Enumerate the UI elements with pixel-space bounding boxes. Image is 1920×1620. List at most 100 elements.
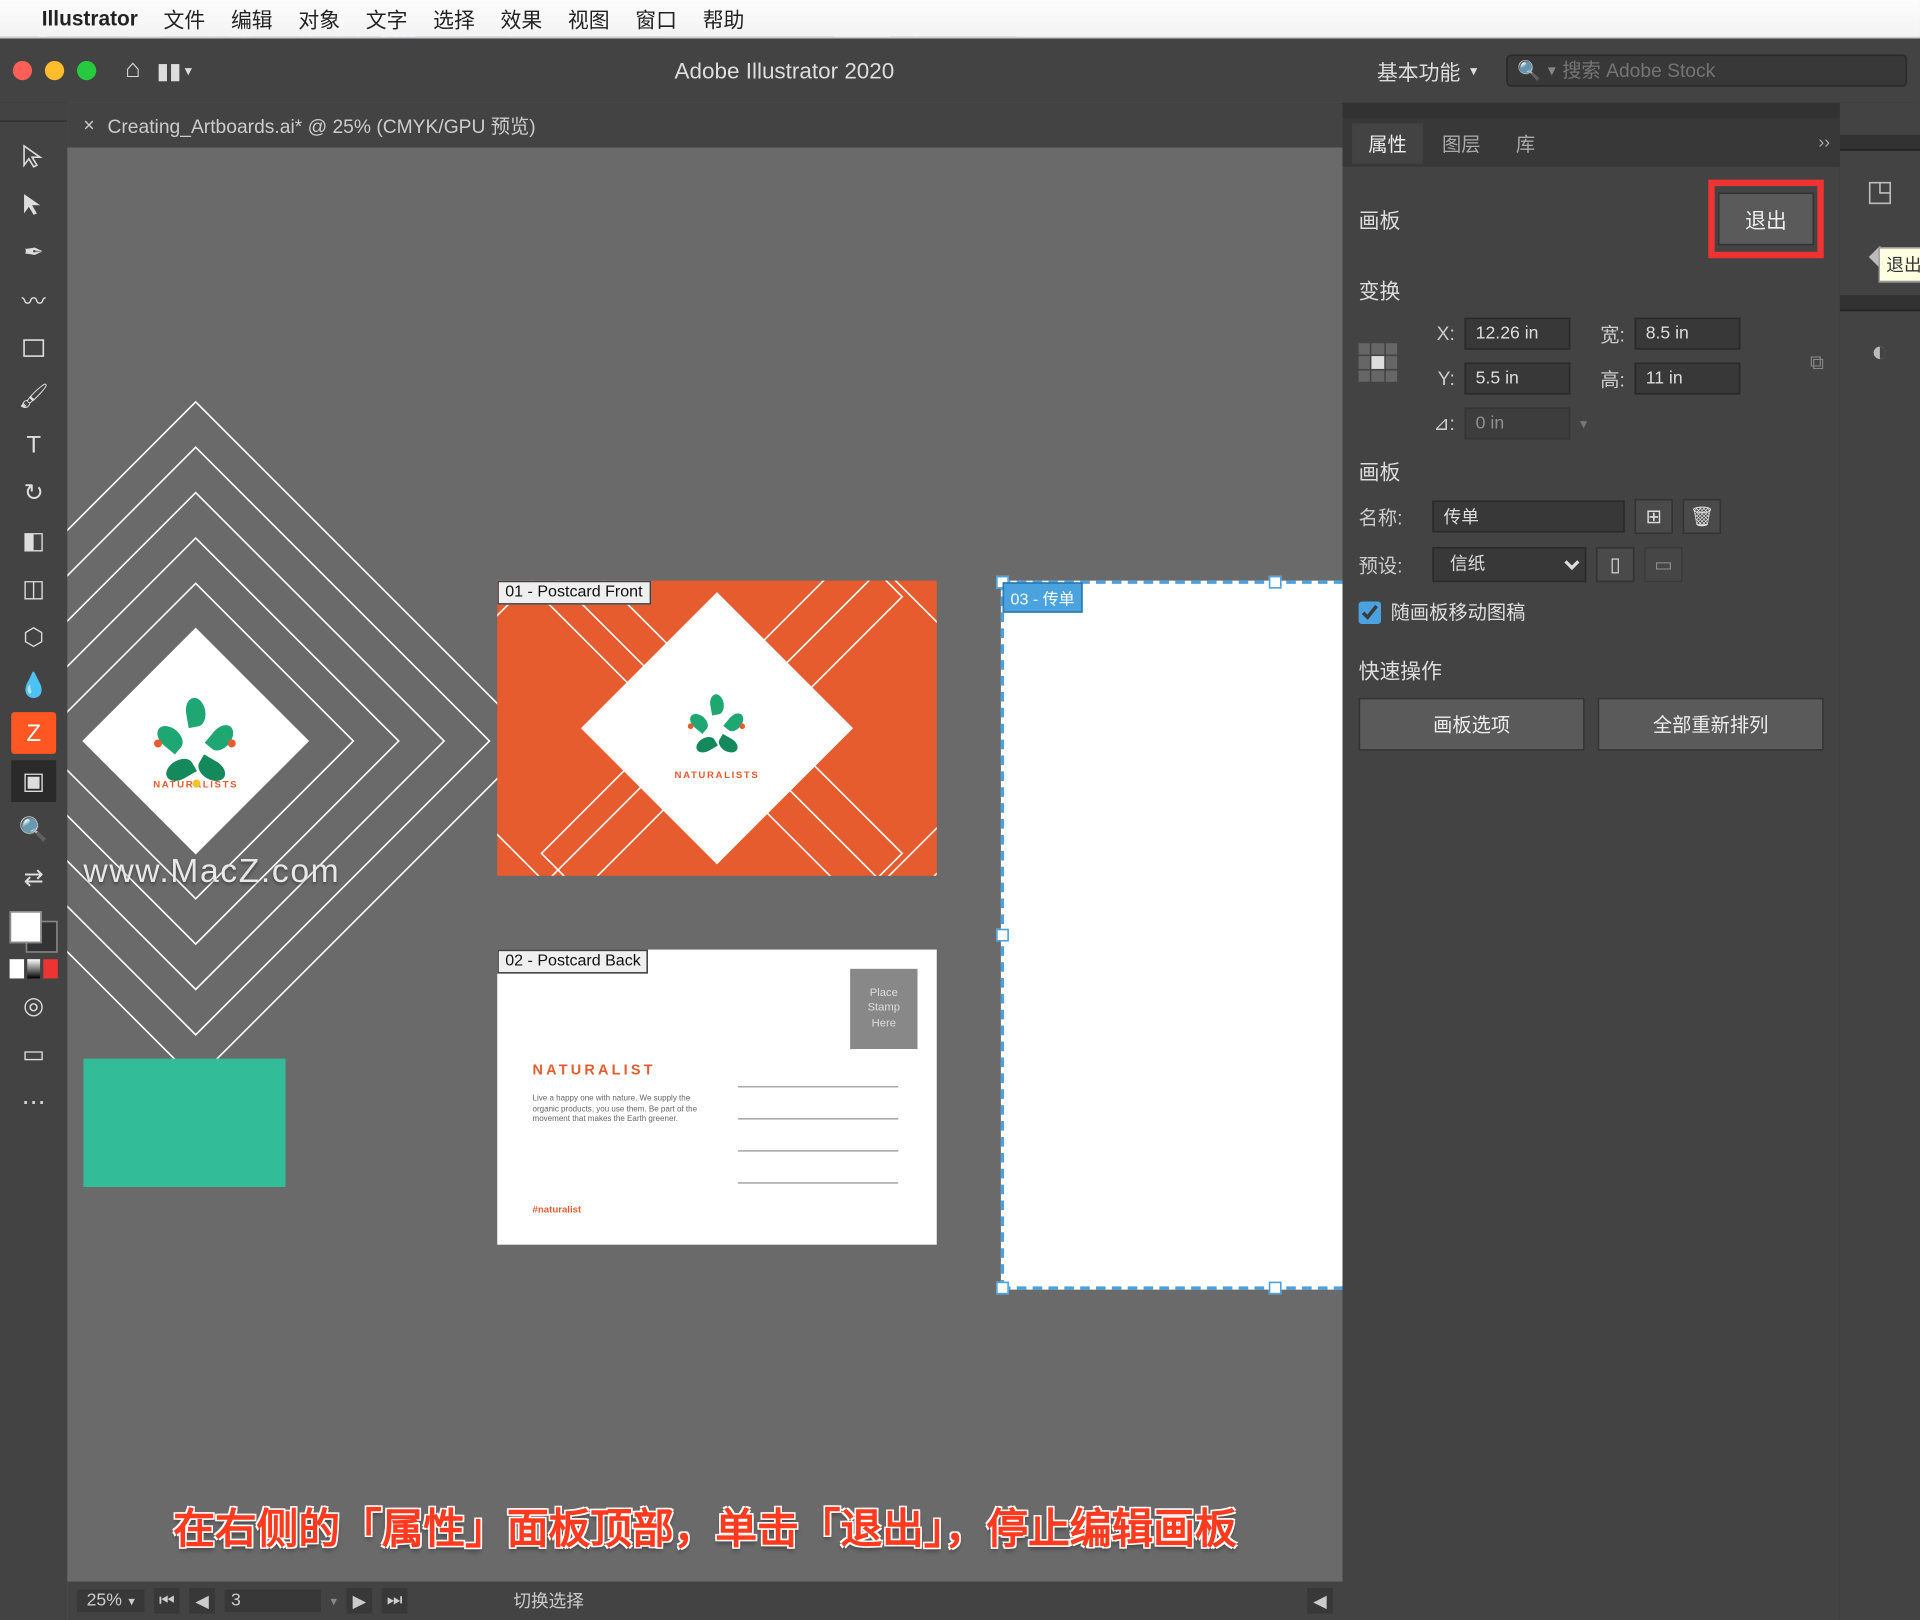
- postcard-back-tag: #naturalist: [533, 1206, 582, 1216]
- search-dropdown-icon[interactable]: ▾: [1548, 62, 1556, 80]
- gradient-tool-icon[interactable]: ◫: [11, 568, 56, 610]
- x-input[interactable]: [1464, 318, 1570, 350]
- rearrange-all-button[interactable]: 全部重新排列: [1598, 698, 1824, 751]
- maximize-window-icon[interactable]: [77, 61, 96, 80]
- eraser-tool-icon[interactable]: ◧: [11, 520, 56, 562]
- selection-tool-icon[interactable]: [11, 135, 56, 177]
- x-label: X:: [1410, 322, 1455, 344]
- app-title: Adobe Illustrator 2020: [208, 58, 1361, 84]
- resize-handle[interactable]: [996, 1282, 1009, 1295]
- orientation-landscape-icon[interactable]: ▭: [1644, 547, 1682, 582]
- artboard-number-input[interactable]: [225, 1590, 321, 1612]
- resize-handle[interactable]: [996, 929, 1009, 942]
- y-input[interactable]: [1464, 363, 1570, 395]
- home-icon[interactable]: ⌂: [125, 56, 141, 85]
- tab-properties[interactable]: 属性: [1352, 123, 1423, 163]
- menu-file[interactable]: 文件: [164, 3, 206, 33]
- move-artwork-checkbox[interactable]: [1359, 601, 1381, 623]
- menu-type[interactable]: 文字: [366, 3, 408, 33]
- width-input[interactable]: [1634, 318, 1740, 350]
- artboard-tool-icon[interactable]: ▣: [11, 760, 56, 802]
- resize-handle[interactable]: [1269, 576, 1282, 589]
- arrange-documents-icon[interactable]: ▮▮ ▾: [157, 57, 192, 84]
- postcard-back-title: NATURALIST: [533, 1062, 656, 1078]
- reference-point-grid[interactable]: [1359, 343, 1397, 381]
- direct-selection-tool-icon[interactable]: [11, 183, 56, 225]
- height-input[interactable]: [1634, 363, 1740, 395]
- zoom-level[interactable]: 25%▾: [77, 1590, 144, 1612]
- preset-select[interactable]: 信纸: [1432, 547, 1586, 582]
- minimize-window-icon[interactable]: [45, 61, 64, 80]
- artboard-postcard-front[interactable]: 01 - Postcard Front: [497, 581, 936, 876]
- menu-effect[interactable]: 效果: [501, 3, 543, 33]
- angle-input[interactable]: [1464, 407, 1570, 439]
- panel-expand-icon[interactable]: ››: [1818, 133, 1830, 152]
- fill-stroke-swap-icon[interactable]: ⇄: [11, 857, 56, 899]
- app-name[interactable]: Illustrator: [42, 6, 138, 30]
- orientation-portrait-icon[interactable]: ▯: [1596, 547, 1634, 582]
- section-artboard-label: 画板: [1359, 204, 1401, 234]
- section-transform-label: 变换: [1359, 274, 1824, 304]
- artboard-label: 03 - 传单: [1003, 582, 1083, 612]
- prev-artboard-icon[interactable]: ◀: [189, 1588, 215, 1614]
- stock-search[interactable]: 🔍 ▾: [1506, 55, 1907, 87]
- workspace-switcher[interactable]: 基本功能 ▾: [1377, 55, 1477, 85]
- menu-view[interactable]: 视图: [568, 3, 610, 33]
- switch-selection-label[interactable]: 切换选择: [513, 1588, 584, 1614]
- menu-select[interactable]: 选择: [433, 3, 475, 33]
- document-tab[interactable]: × Creating_Artboards.ai* @ 25% (CMYK/GPU…: [67, 103, 1342, 148]
- menu-help[interactable]: 帮助: [703, 3, 745, 33]
- paintbrush-tool-icon[interactable]: 🖌: [11, 375, 56, 417]
- canvas[interactable]: NATURALISTS www.MacZ.com 01 - Postcard F…: [67, 148, 1342, 1620]
- next-artboard-icon[interactable]: ▶: [347, 1588, 373, 1614]
- new-artboard-icon[interactable]: ⊞: [1634, 499, 1672, 534]
- toolbar-grip[interactable]: [0, 109, 67, 122]
- free-transform-icon[interactable]: Z: [11, 712, 56, 754]
- eyedropper-tool-icon[interactable]: 💧: [11, 664, 56, 706]
- curvature-tool-icon[interactable]: 〰: [11, 279, 56, 321]
- last-artboard-icon[interactable]: ⏭: [382, 1588, 408, 1614]
- scroll-left-icon[interactable]: ◀: [1307, 1588, 1333, 1614]
- zoom-tool-icon[interactable]: 🔍: [11, 808, 56, 850]
- tab-libraries[interactable]: 库: [1500, 123, 1551, 163]
- rotate-tool-icon[interactable]: ↻: [11, 472, 56, 514]
- draw-mode-icon[interactable]: ◎: [11, 985, 56, 1027]
- edit-toolbar-icon[interactable]: ⋯: [11, 1081, 56, 1123]
- search-input[interactable]: [1562, 59, 1896, 81]
- pen-tool-icon[interactable]: ✒: [11, 231, 56, 273]
- menu-window[interactable]: 窗口: [635, 3, 677, 33]
- screen-mode-icon[interactable]: ▭: [11, 1033, 56, 1075]
- artboard-flyer-selected[interactable]: 03 - 传单: [1001, 581, 1343, 1290]
- fill-stroke-swatch[interactable]: [10, 911, 58, 953]
- menu-object[interactable]: 对象: [298, 3, 340, 33]
- exit-tooltip: 退出画板编辑模式: [1878, 247, 1920, 282]
- close-tab-icon[interactable]: ×: [83, 114, 94, 136]
- delete-artboard-icon[interactable]: 🗑: [1683, 499, 1721, 534]
- tools-panel: ✒ 〰 🖌 T ↻ ◧ ◫ ⬡ 💧 Z ▣ 🔍 ⇄ ◎ ▭ ⋯: [0, 103, 67, 1620]
- properties-dock-icon[interactable]: ◳: [1856, 167, 1904, 215]
- artboard-options-button[interactable]: 画板选项: [1359, 698, 1585, 751]
- postcard-front-logo: NATURALISTS: [669, 675, 765, 781]
- green-rectangle-artwork: [83, 1059, 285, 1187]
- section-artboards-label: 画板: [1359, 456, 1824, 486]
- rectangle-tool-icon[interactable]: [11, 327, 56, 369]
- libraries-dock-icon[interactable]: ◐: [1856, 327, 1904, 375]
- color-mode-swatches[interactable]: [10, 959, 58, 978]
- search-icon: 🔍: [1517, 59, 1541, 81]
- app-bar: ⌂ ▮▮ ▾ Adobe Illustrator 2020 基本功能 ▾ 🔍 ▾: [0, 38, 1920, 102]
- close-window-icon[interactable]: [13, 61, 32, 80]
- w-label: 宽:: [1580, 320, 1625, 347]
- watermark: www.MacZ.com: [83, 853, 340, 891]
- first-artboard-icon[interactable]: ⏮: [154, 1588, 180, 1614]
- tab-layers[interactable]: 图层: [1426, 123, 1497, 163]
- artboard-postcard-back[interactable]: 02 - Postcard Back Place Stamp Here NATU…: [497, 950, 936, 1245]
- tutorial-caption: 在右侧的「属性」面板顶部，单击「退出」，停止编辑画板: [67, 1497, 1342, 1556]
- type-tool-icon[interactable]: T: [11, 423, 56, 465]
- name-label: 名称:: [1359, 503, 1423, 530]
- artboard-name-input[interactable]: [1432, 500, 1624, 532]
- resize-handle[interactable]: [1269, 1282, 1282, 1295]
- shape-builder-tool-icon[interactable]: ⬡: [11, 616, 56, 658]
- link-dimensions-icon[interactable]: ⧉: [1810, 350, 1824, 374]
- menu-edit[interactable]: 编辑: [231, 3, 273, 33]
- exit-artboard-button[interactable]: 退出: [1718, 192, 1814, 245]
